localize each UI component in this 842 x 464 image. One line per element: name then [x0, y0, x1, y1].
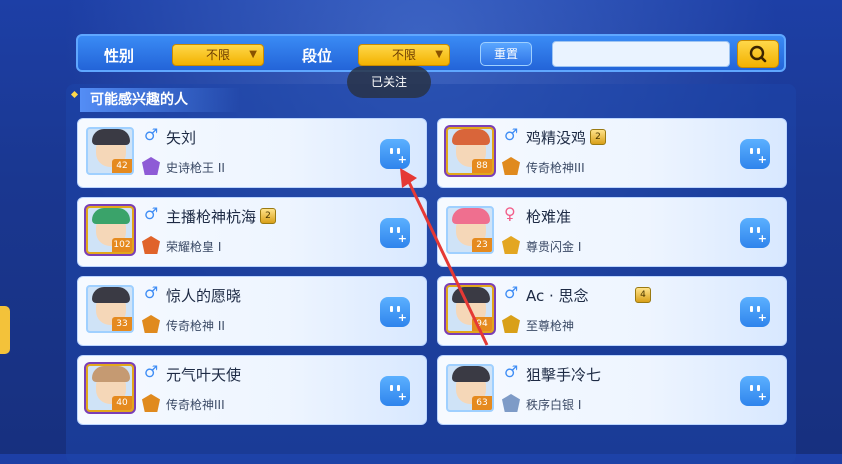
annotation-arrow-icon	[400, 168, 489, 346]
